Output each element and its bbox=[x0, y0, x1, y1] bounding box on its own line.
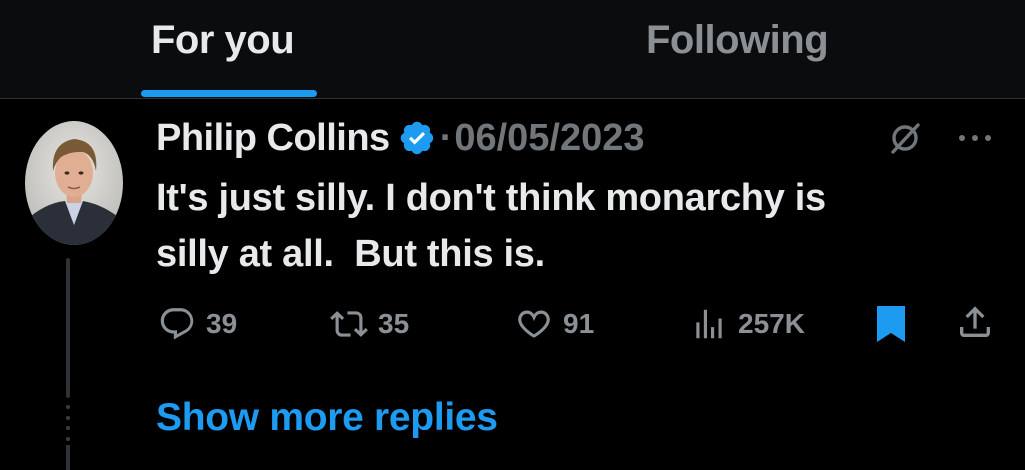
tweet-text-line: silly at all. But this is. bbox=[156, 233, 545, 275]
retweet-button[interactable]: 35 bbox=[330, 304, 409, 344]
tweet-header: Philip Collins · 06/05/2023 bbox=[156, 114, 645, 162]
retweet-icon bbox=[330, 311, 368, 337]
more-icon[interactable] bbox=[955, 130, 995, 146]
reply-button[interactable]: 39 bbox=[158, 304, 237, 344]
tab-for-you[interactable]: For you bbox=[151, 18, 295, 63]
tweet-text-line: It's just silly. I don't think monarchy … bbox=[156, 177, 826, 219]
share-icon[interactable] bbox=[955, 302, 995, 342]
timeline-tabbar: For you Following bbox=[0, 0, 1025, 99]
thread-line-bottom bbox=[66, 445, 70, 470]
header-separator: · bbox=[439, 116, 453, 159]
views-count: 257K bbox=[738, 308, 805, 339]
reply-icon bbox=[160, 308, 194, 340]
avatar[interactable] bbox=[25, 121, 123, 245]
grok-icon[interactable] bbox=[885, 118, 925, 158]
avatar-image bbox=[25, 121, 123, 245]
display-name[interactable]: Philip Collins bbox=[156, 117, 390, 160]
show-more-replies-link[interactable]: Show more replies bbox=[156, 396, 498, 440]
tab-following[interactable]: Following bbox=[646, 18, 829, 63]
bookmark-icon[interactable] bbox=[874, 304, 908, 344]
heart-icon bbox=[518, 310, 550, 338]
tweet-text: It's just silly. I don't think monarchy … bbox=[156, 170, 996, 282]
tweet-date[interactable]: 06/05/2023 bbox=[454, 117, 644, 160]
active-tab-indicator bbox=[141, 90, 317, 97]
verified-badge-icon bbox=[398, 119, 436, 157]
like-count: 91 bbox=[563, 308, 595, 339]
views-icon bbox=[696, 309, 722, 339]
retweet-count: 35 bbox=[378, 308, 410, 339]
thread-line bbox=[66, 258, 70, 398]
reply-count: 39 bbox=[206, 308, 238, 339]
thread-dots bbox=[65, 405, 71, 441]
like-button[interactable]: 91 bbox=[515, 304, 594, 344]
views-button[interactable]: 257K bbox=[690, 304, 805, 344]
